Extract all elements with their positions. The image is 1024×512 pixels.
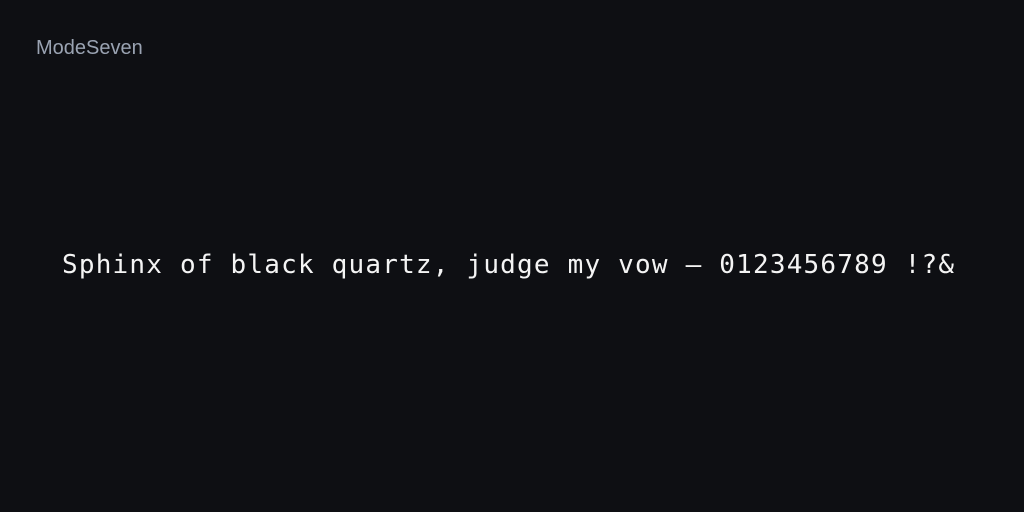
pangram-sample-text: Sphinx of black quartz, judge my vow — 0… [62, 250, 956, 280]
font-name-label: ModeSeven [36, 37, 143, 59]
